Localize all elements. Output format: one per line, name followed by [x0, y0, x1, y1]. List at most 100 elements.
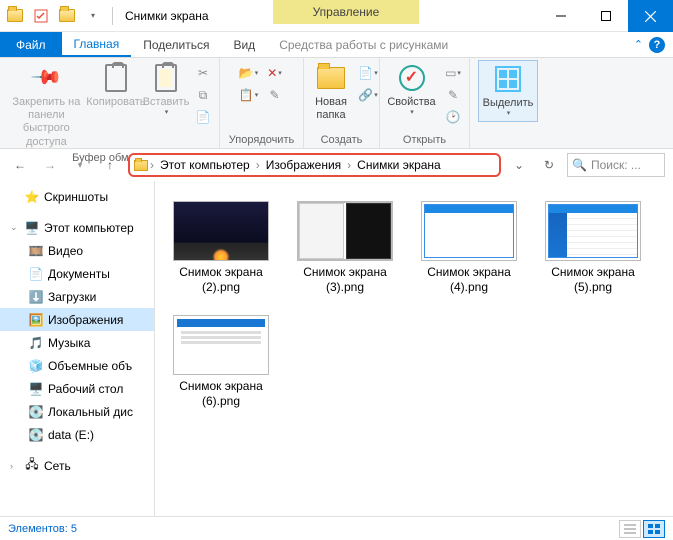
paste-label: Вставить — [143, 96, 190, 109]
sidebar-label: Скриншоты — [44, 190, 108, 204]
select-icon — [492, 63, 524, 95]
back-button[interactable]: ← — [8, 153, 32, 177]
copy-button[interactable]: Копировать — [91, 60, 141, 111]
search-input[interactable]: 🔍 Поиск: ... — [567, 153, 665, 177]
close-button[interactable] — [628, 0, 673, 32]
file-name-label: Снимок экрана (5).png — [541, 265, 645, 295]
sidebar-item-documents[interactable]: 📄 Документы — [0, 262, 154, 285]
thumbnail-icon — [173, 201, 269, 261]
sidebar-item-desktop[interactable]: 🖥️ Рабочий стол — [0, 377, 154, 400]
newitem-button[interactable]: 📄▾ — [356, 62, 380, 84]
easyaccess-button[interactable]: 🔗▾ — [356, 84, 380, 106]
address-bar[interactable]: › Этот компьютер › Изображения › Снимки … — [128, 153, 501, 177]
history-button[interactable]: 🕑 — [441, 106, 465, 128]
file-item[interactable]: Снимок экрана (6).png — [169, 315, 273, 409]
folder-icon — [315, 62, 347, 94]
navigation-pane[interactable]: ⭐ Скриншоты ⌄🖥️ Этот компьютер 🎞️ Видео … — [0, 181, 155, 516]
chevron-right-icon[interactable]: › — [148, 158, 156, 172]
ribbon-collapse-icon[interactable]: ⌃ — [634, 38, 643, 51]
disk-icon: 💽 — [28, 427, 44, 443]
minimize-button[interactable] — [538, 0, 583, 32]
tab-share[interactable]: Поделиться — [131, 32, 221, 57]
chevron-right-icon[interactable]: › — [254, 158, 262, 172]
sidebar-item-thispc[interactable]: ⌄🖥️ Этот компьютер — [0, 216, 154, 239]
sidebar-item-downloads[interactable]: ⬇️ Загрузки — [0, 285, 154, 308]
pin-quickaccess-button[interactable]: 📌 Закрепить на панели быстрого доступа — [4, 60, 89, 151]
chevron-right-icon[interactable]: › — [345, 158, 353, 172]
statusbar: Элементов: 5 — [0, 516, 673, 540]
qat-customize-icon[interactable]: ▾ — [82, 5, 104, 27]
documents-icon: 📄 — [28, 266, 44, 282]
file-item[interactable]: Снимок экрана (2).png — [169, 201, 273, 295]
sidebar-item-pictures[interactable]: 🖼️ Изображения — [0, 308, 154, 331]
sidebar-item-music[interactable]: 🎵 Музыка — [0, 331, 154, 354]
contextual-tab-manage[interactable]: Управление — [273, 0, 420, 24]
sidebar-label: Документы — [48, 267, 110, 281]
forward-button[interactable]: → — [38, 153, 62, 177]
network-icon: 🖧 — [24, 458, 40, 474]
tab-view[interactable]: Вид — [221, 32, 267, 57]
sidebar-label: Локальный дис — [48, 405, 133, 419]
sidebar-item-localdisk[interactable]: 💽 Локальный дис — [0, 400, 154, 423]
sidebar-item-data-drive[interactable]: 💽 data (E:) — [0, 423, 154, 446]
group-open-label: Открыть — [384, 133, 465, 148]
sidebar-label: Изображения — [48, 313, 123, 327]
tab-picture-tools[interactable]: Средства работы с рисунками — [267, 32, 460, 57]
sidebar-label: data (E:) — [48, 428, 94, 442]
copypath-button[interactable]: ⧉ — [191, 84, 215, 106]
help-icon[interactable]: ? — [649, 37, 665, 53]
tab-home[interactable]: Главная — [62, 32, 132, 57]
recent-button[interactable]: ▾ — [68, 153, 92, 177]
qat-newfolder-icon[interactable] — [56, 5, 78, 27]
file-name-label: Снимок экрана (4).png — [417, 265, 521, 295]
file-item[interactable]: Снимок экрана (4).png — [417, 201, 521, 295]
pin-label: Закрепить на панели быстрого доступа — [8, 96, 85, 149]
select-label: Выделить — [483, 97, 534, 110]
sidebar-label: Объемные объ — [48, 359, 132, 373]
copy-icon — [100, 62, 132, 94]
moveto-button[interactable]: 📂▾ — [237, 62, 261, 84]
sidebar-item-videos[interactable]: 🎞️ Видео — [0, 239, 154, 262]
copyto-button[interactable]: 📋▾ — [237, 84, 261, 106]
breadcrumb-screenshots[interactable]: Снимки экрана — [353, 158, 445, 172]
sidebar-label: Рабочий стол — [48, 382, 123, 396]
refresh-button[interactable]: ↻ — [537, 153, 561, 177]
select-button[interactable]: Выделить ▾ — [478, 60, 539, 122]
cut-button[interactable]: ✂ — [191, 62, 215, 84]
thumbnails-view-button[interactable] — [643, 520, 665, 538]
file-name-label: Снимок экрана (3).png — [293, 265, 397, 295]
breadcrumb-pictures[interactable]: Изображения — [262, 158, 345, 172]
newfolder-button[interactable]: Новая папка — [308, 60, 354, 124]
up-button[interactable]: ↑ — [98, 153, 122, 177]
breadcrumb-root-icon[interactable] — [134, 160, 148, 171]
main-area: ⭐ Скриншоты ⌄🖥️ Этот компьютер 🎞️ Видео … — [0, 181, 673, 516]
copy-label: Копировать — [86, 96, 145, 109]
breadcrumb-pc[interactable]: Этот компьютер — [156, 158, 254, 172]
qat-folder-icon[interactable] — [4, 5, 26, 27]
music-icon: 🎵 — [28, 335, 44, 351]
file-item[interactable]: Снимок экрана (5).png — [541, 201, 645, 295]
maximize-button[interactable] — [583, 0, 628, 32]
sidebar-item-3dobjects[interactable]: 🧊 Объемные объ — [0, 354, 154, 377]
cube-icon: 🧊 — [28, 358, 44, 374]
ribbon-tabs: Файл Главная Поделиться Вид Средства раб… — [0, 32, 673, 58]
rename-button[interactable]: ✎ — [263, 84, 287, 106]
disk-icon: 💽 — [28, 404, 44, 420]
delete-button[interactable]: ✕▾ — [263, 62, 287, 84]
open-button[interactable]: ▭▾ — [441, 62, 465, 84]
paste-shortcut-button[interactable]: 📄 — [191, 106, 215, 128]
details-view-button[interactable] — [619, 520, 641, 538]
file-list[interactable]: Снимок экрана (2).png Снимок экрана (3).… — [155, 181, 673, 516]
paste-button[interactable]: Вставить ▾ — [143, 60, 189, 120]
qat-properties-icon[interactable] — [30, 5, 52, 27]
group-organize-label: Упорядочить — [224, 133, 299, 148]
ribbon: 📌 Закрепить на панели быстрого доступа К… — [0, 58, 673, 149]
sidebar-item-network[interactable]: ›🖧 Сеть — [0, 454, 154, 477]
sidebar-item-quickaccess[interactable]: ⭐ Скриншоты — [0, 185, 154, 208]
group-new-label: Создать — [308, 133, 375, 148]
address-dropdown-button[interactable]: ⌄ — [507, 153, 531, 177]
properties-button[interactable]: ✓ Свойства ▾ — [384, 60, 439, 120]
edit-button[interactable]: ✎ — [441, 84, 465, 106]
tab-file[interactable]: Файл — [0, 32, 62, 57]
file-item[interactable]: Снимок экрана (3).png — [293, 201, 397, 295]
